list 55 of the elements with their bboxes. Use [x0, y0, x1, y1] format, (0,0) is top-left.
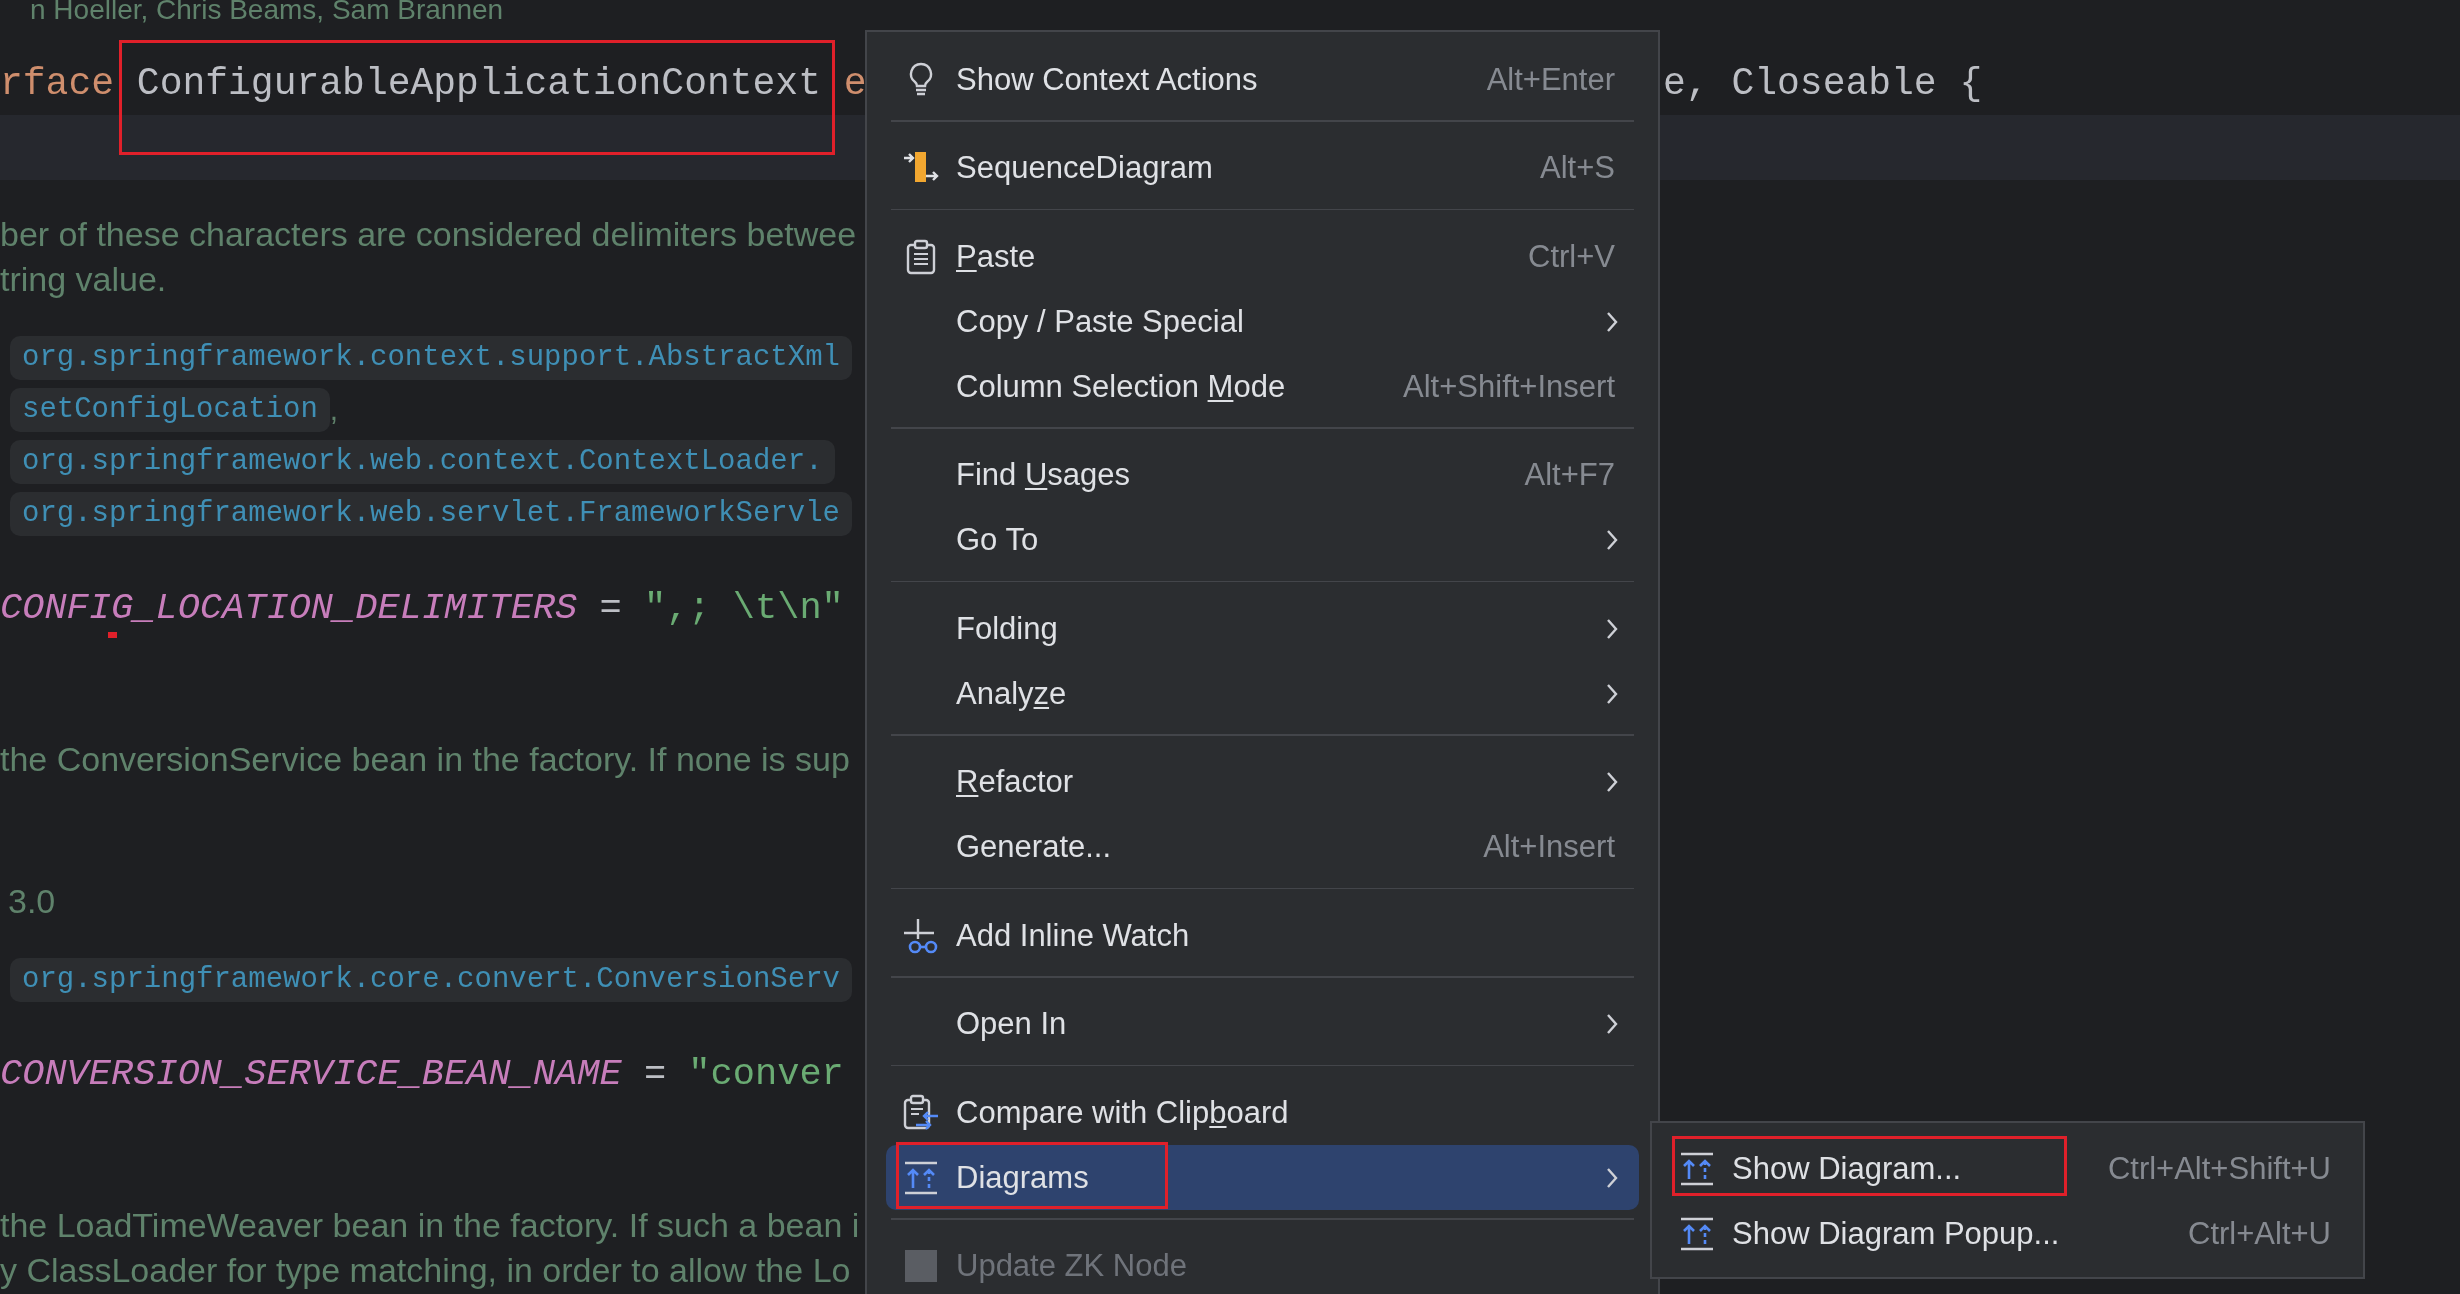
menu-item[interactable]: Find Usages Alt+F7	[886, 442, 1639, 508]
code-reference[interactable]: org.springframework.core.convert.ConversionServ	[10, 958, 852, 1002]
comment-text: tring value.	[0, 260, 167, 298]
menu-item[interactable]: Show Diagram Popup... Ctrl+Alt+U	[1662, 1201, 2353, 1266]
operator-text: =	[643, 1053, 667, 1095]
code-reference[interactable]: org.springframework.web.context.ContextLoader.	[10, 440, 835, 484]
menu-item[interactable]: Compare with Clipboard	[886, 1080, 1639, 1145]
menu-item[interactable]: Column Selection Mode Alt+Shift+Insert	[886, 354, 1639, 419]
arrows-up-icon	[903, 1160, 939, 1195]
operator-text: =	[599, 587, 622, 629]
code-reference[interactable]: setConfigLocation	[10, 388, 330, 432]
menu-item[interactable]: SequenceDiagram Alt+S	[886, 135, 1639, 201]
string-literal: ",; \t\n"	[643, 587, 844, 629]
menu-item[interactable]: Folding	[886, 596, 1639, 661]
shortcut-text: Alt+Insert	[1483, 829, 1615, 865]
comment-text: the ConversionService bean in the factory. If none is sup	[0, 740, 850, 778]
shortcut-text: Alt+F7	[1524, 457, 1615, 493]
menu-item[interactable]: Paste Ctrl+V	[886, 224, 1639, 289]
comment-text: ,	[329, 393, 339, 427]
menu-item[interactable]: Analyze	[886, 661, 1639, 726]
shortcut-text: Alt+Shift+Insert	[1403, 368, 1615, 405]
string-literal: "conver	[688, 1053, 844, 1095]
comment-text: ber of these characters are considered delimiters betwee	[0, 215, 857, 253]
shortcut-text: Ctrl+V	[1528, 238, 1615, 275]
menu-item[interactable]: Show Context Actions Alt+Enter	[886, 47, 1639, 112]
menu-item[interactable]: Show Diagram... Ctrl+Alt+Shift+U	[1662, 1136, 2353, 1201]
menu-item[interactable]: Refactor	[886, 749, 1639, 815]
keyword-text: e	[843, 62, 867, 105]
shortcut-text: Alt+S	[1540, 150, 1615, 186]
shortcut-text: Ctrl+Alt+U	[2188, 1215, 2331, 1252]
arrows-up-icon	[1679, 1151, 1715, 1186]
code-text: e, Closeable {	[1663, 62, 1984, 105]
shortcut-text: Ctrl+Alt+Shift+U	[2107, 1150, 2331, 1187]
shortcut-text: Alt+Enter	[1486, 61, 1615, 98]
comment-text: the LoadTimeWeaver bean in the factory. If such a bean i	[0, 1206, 860, 1244]
code-reference[interactable]: org.springframework.context.support.AbstractXml	[10, 336, 852, 380]
code-reference[interactable]: org.springframework.web.servlet.FrameworkServle	[10, 492, 852, 536]
square-icon	[905, 1250, 937, 1282]
class-name: ConfigurableApplicationContext	[136, 62, 821, 105]
plus-glasses-icon	[902, 916, 940, 955]
constant-name: CONFIG_LOCATION_DELIMITERS	[0, 587, 578, 629]
menu-item[interactable]: Add Inline Watch	[886, 903, 1639, 968]
menu-item[interactable]: Diagrams	[886, 1145, 1639, 1210]
menu-item[interactable]: Open In	[886, 991, 1639, 1057]
keyword-text: rface	[0, 62, 115, 105]
constant-name: CONVERSION_SERVICE_BEAN_NAME	[0, 1053, 622, 1095]
menu-item[interactable]: Copy / Paste Special	[886, 289, 1639, 354]
menu-item[interactable]: Go To	[886, 507, 1639, 573]
clipboard-arrows-icon	[902, 1093, 940, 1132]
comment-text: 3.0	[7, 882, 56, 920]
lightbulb-icon	[907, 61, 935, 98]
menu-item[interactable]: Generate... Alt+Insert	[886, 814, 1639, 880]
comment-text: y ClassLoader for type matching, in order to allow the Lo	[0, 1251, 851, 1289]
clipboard-icon	[905, 238, 937, 275]
arrows-up-icon	[1679, 1216, 1715, 1251]
